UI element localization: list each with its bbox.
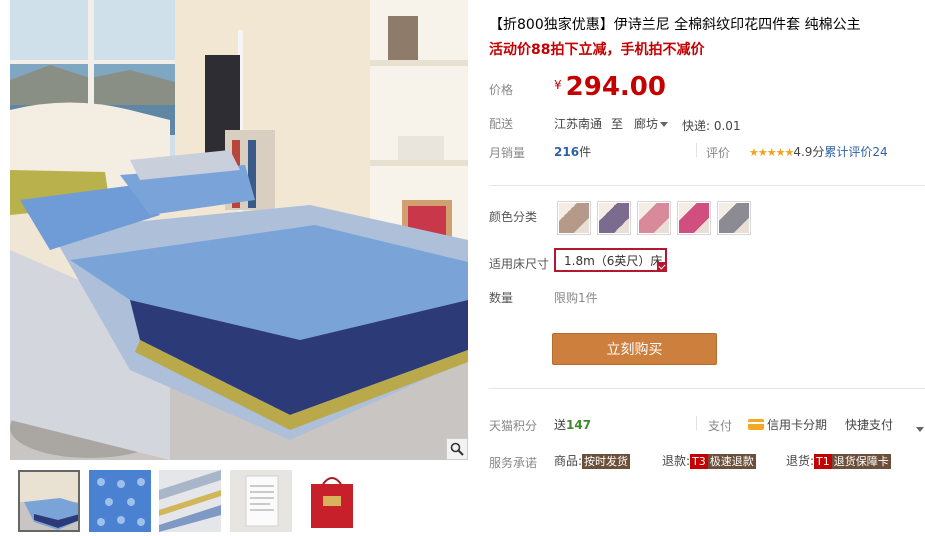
color-swatch-1[interactable] (557, 201, 591, 235)
service-refund-label: 退款: (662, 454, 691, 468)
divider (696, 143, 697, 157)
payment-label: 支付 (708, 419, 733, 433)
service-label: 服务承诺 (489, 456, 538, 470)
swatch-thumbnail (559, 203, 589, 233)
credit-installment-label: 信用卡分期 (767, 418, 828, 432)
rating[interactable]: ★★★★★4.9分累计评价24 (749, 143, 888, 160)
thumbnail-bed-image (20, 472, 78, 530)
return-code-badge: T1 (814, 454, 832, 469)
chevron-down-icon (660, 122, 669, 127)
shipping-from: 江苏南通 (554, 117, 603, 131)
service-return[interactable]: 退货: T1 退货保障卡 (786, 452, 891, 469)
price-label: 价格 (489, 83, 514, 97)
price: ¥294.00 (554, 72, 666, 102)
thumbnail-stripes-image (159, 470, 221, 532)
rating-label: 评价 (706, 146, 731, 160)
thumbnail-bag-image (301, 470, 363, 532)
service-goods-label: 商品: (554, 454, 583, 468)
buy-now-button[interactable]: 立刻购买 (552, 333, 717, 365)
service-return-tag: 退货保障卡 (831, 454, 891, 469)
product-title: 【折800独家优惠】伊诗兰尼 全棉斜纹印花四件套 纯棉公主 (489, 17, 861, 33)
size-option-selected[interactable]: 1.8m（6英尺）床 (554, 248, 667, 272)
shipping-label: 配送 (489, 117, 514, 131)
thumbnail-2[interactable] (89, 470, 151, 532)
service-goods[interactable]: 商品: 按时发货 (554, 452, 631, 469)
price-value: 294.00 (565, 72, 666, 102)
sales-number: 216 (554, 145, 580, 159)
quantity-label: 数量 (489, 291, 514, 305)
shipping-destination-select[interactable]: 廊坊 (634, 115, 669, 132)
thumbnail-5[interactable] (301, 470, 363, 532)
magnifier-icon (450, 442, 464, 456)
swatch-thumbnail (719, 203, 749, 233)
divider (696, 416, 697, 430)
swatch-thumbnail (639, 203, 669, 233)
service-refund[interactable]: 退款: T3 极速退款 (662, 452, 756, 469)
color-label: 颜色分类 (489, 210, 538, 224)
sales-unit: 件 (579, 145, 592, 159)
payment-expand[interactable] (914, 422, 924, 436)
star-rating-icon: ★★★★★ (749, 146, 794, 159)
rating-score: 4.9分 (793, 145, 825, 159)
points-value: 147 (566, 418, 592, 432)
thumbnail-4[interactable] (230, 470, 292, 532)
service-goods-tag: 按时发货 (582, 454, 631, 469)
size-option-label: 1.8m（6英尺）床 (564, 253, 663, 268)
color-swatch-3[interactable] (637, 201, 671, 235)
promo-text: 活动价88拍下立减，手机拍不减价 (489, 42, 705, 58)
credit-installment[interactable]: 信用卡分期 (748, 416, 827, 433)
points-prefix: 送 (554, 418, 567, 432)
service-return-label: 退货: (786, 454, 815, 468)
purchase-limit: 限购1件 (554, 291, 598, 305)
sales-label: 月销量 (489, 146, 526, 160)
divider (489, 388, 925, 389)
reviews-count: 24 (872, 145, 888, 159)
swatch-thumbnail (599, 203, 629, 233)
main-product-image[interactable] (10, 0, 468, 460)
thumbnail-3[interactable] (159, 470, 221, 532)
refund-code-badge: T3 (690, 454, 708, 469)
thumbnail-label-image (230, 470, 292, 532)
tmall-points: 送147 (554, 416, 591, 433)
chevron-down-icon (916, 427, 924, 432)
tmall-points-label: 天猫积分 (489, 419, 538, 433)
reviews-text: 累计评价 (824, 145, 873, 159)
divider (489, 185, 925, 186)
color-swatch-5[interactable] (717, 201, 751, 235)
shipping-to-word: 至 (611, 117, 624, 131)
currency-symbol: ¥ (554, 78, 562, 92)
swatch-thumbnail (679, 203, 709, 233)
thumbnail-pattern-image (89, 470, 151, 532)
credit-card-icon (748, 419, 764, 430)
thumbnail-1[interactable] (18, 470, 80, 532)
color-swatch-4[interactable] (677, 201, 711, 235)
sales-count: 216件 (554, 143, 591, 160)
color-swatch-2[interactable] (597, 201, 631, 235)
service-refund-tag: 极速退款 (707, 454, 756, 469)
shipping-destination: 廊坊 (634, 117, 659, 131)
express-fee: 快递: 0.01 (682, 119, 741, 133)
quick-pay[interactable]: 快捷支付 (845, 416, 893, 433)
zoom-button[interactable] (446, 438, 468, 460)
checkmark-icon (657, 262, 667, 272)
bedroom-photo (10, 0, 468, 460)
size-label: 适用床尺寸 (489, 257, 550, 271)
